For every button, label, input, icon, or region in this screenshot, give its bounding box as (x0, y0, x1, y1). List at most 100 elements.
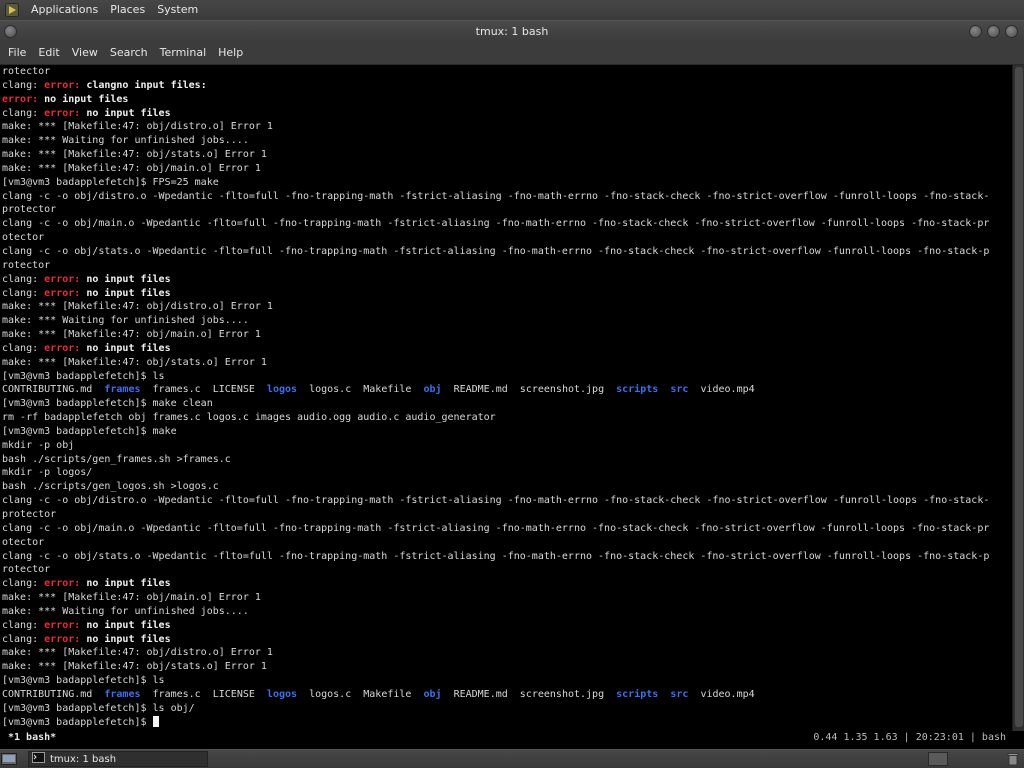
menu-view[interactable]: View (66, 41, 104, 65)
terminal-text: protector (2, 509, 57, 520)
terminal-line: error: no input files (2, 93, 1012, 107)
menu-search[interactable]: Search (104, 41, 154, 65)
terminal-line: make: *** [Makefile:47: obj/distro.o] Er… (2, 300, 1012, 314)
terminal-line: make: *** [Makefile:47: obj/distro.o] Er… (2, 120, 1012, 134)
places-menu[interactable]: Places (104, 0, 151, 20)
terminal-line: CONTRIBUTING.md frames frames.c LICENSE … (2, 688, 1012, 702)
terminal-line: rotector (2, 65, 1012, 79)
terminal-line: [vm3@vm3 badapplefetch]$ make clean (2, 397, 1012, 411)
minimize-button[interactable] (969, 25, 982, 38)
terminal-text: no input files (86, 273, 171, 285)
error-label: error: (44, 79, 87, 91)
terminal-text: [vm3@vm3 badapplefetch]$ FPS=25 make (2, 176, 219, 188)
workspace-switcher[interactable] (928, 752, 948, 766)
error-label: error: (44, 342, 87, 354)
directory-name: logos (266, 384, 298, 396)
menu-terminal[interactable]: Terminal (154, 41, 213, 65)
directory-name: frames (104, 384, 141, 396)
terminal-line: make: *** [Makefile:47: obj/main.o] Erro… (2, 162, 1012, 176)
directory-name: src (670, 384, 689, 396)
terminal-line: clang: error: no input files (2, 287, 1012, 301)
terminal-text: make: *** [Makefile:47: obj/stats.o] Err… (2, 661, 267, 673)
terminal-scrollbar[interactable] (1012, 65, 1024, 731)
terminal-icon (32, 752, 45, 766)
menu-edit[interactable]: Edit (32, 41, 65, 65)
terminal-line: [vm3@vm3 badapplefetch]$ make (2, 425, 1012, 439)
error-label: error: (44, 578, 87, 590)
trash-icon[interactable] (1006, 752, 1020, 766)
terminal-line: make: *** Waiting for unfinished jobs...… (2, 134, 1012, 148)
error-label: error: (2, 93, 45, 105)
directory-name: frames (104, 688, 141, 700)
terminal-text: logos.c Makefile (297, 688, 424, 700)
applications-logo-icon[interactable] (5, 3, 19, 17)
terminal-line: otector (2, 536, 1012, 550)
terminal-line: clang -c -o obj/main.o -Wpedantic -flto=… (2, 522, 1012, 536)
terminal-line: clang: error: no input files (2, 342, 1012, 356)
show-desktop-icon[interactable] (1, 752, 17, 766)
terminal-text: frames.c LICENSE (140, 384, 267, 396)
terminal-text: make: *** Waiting for unfinished jobs...… (2, 605, 249, 617)
terminal-line: clang: error: no input files (2, 619, 1012, 633)
terminal-line: make: *** [Makefile:47: obj/main.o] Erro… (2, 591, 1012, 605)
terminal-text: clang -c -o obj/distro.o -Wpedantic -flt… (2, 495, 990, 507)
tmux-status-right: 0.44 1.35 1.63 | 20:23:01 | bash (813, 732, 1006, 743)
terminal-line: make: *** Waiting for unfinished jobs...… (2, 605, 1012, 619)
window-titlebar[interactable]: tmux: 1 bash (0, 20, 1024, 41)
terminal-line: bash ./scripts/gen_logos.sh >logos.c (2, 480, 1012, 494)
top-panel: Applications Places System (0, 0, 1024, 20)
terminal-text: clang -c -o obj/main.o -Wpedantic -flto=… (2, 218, 990, 230)
terminal-output[interactable]: rotector clang: error: clangno input file… (0, 65, 1012, 731)
bottom-panel: tmux: 1 bash (0, 749, 1024, 768)
terminal-line: clang -c -o obj/stats.o -Wpedantic -flto… (2, 550, 1012, 564)
terminal-text: clang -c -o obj/stats.o -Wpedantic -flto… (2, 550, 990, 562)
tmux-status-bar: *1 bash* 0.44 1.35 1.63 | 20:23:01 | bas… (0, 731, 1024, 747)
maximize-button[interactable] (987, 25, 1000, 38)
terminal-text: no input files (86, 578, 171, 590)
terminal-line: make: *** [Makefile:47: obj/main.o] Erro… (2, 328, 1012, 342)
terminal-text: [vm3@vm3 badapplefetch]$ make (2, 425, 177, 437)
terminal-text: no input files (86, 633, 171, 645)
terminal-text: video.mp4 (688, 688, 755, 700)
terminal-line: [vm3@vm3 badapplefetch]$ ls obj/ (2, 702, 1012, 716)
terminal-text: video.mp4 (688, 384, 755, 396)
terminal-text: protector (2, 204, 57, 216)
terminal-line: clang: error: no input files (2, 577, 1012, 591)
close-button[interactable] (1005, 25, 1018, 38)
terminal-text: README.md screenshot.jpg (441, 688, 617, 700)
error-label: error: (44, 273, 87, 285)
terminal-text: [vm3@vm3 badapplefetch]$ make clean (2, 398, 213, 410)
terminal-line: rm -rf badapplefetch obj frames.c logos.… (2, 411, 1012, 425)
error-label: error: (44, 633, 87, 645)
terminal-text: otector (2, 536, 45, 548)
menu-file[interactable]: File (2, 41, 32, 65)
system-menu[interactable]: System (151, 0, 204, 20)
terminal-text: no input files (86, 619, 171, 631)
terminal-cursor (152, 715, 159, 727)
scrollbar-thumb[interactable] (1015, 67, 1023, 727)
terminal-text: CONTRIBUTING.md (2, 688, 105, 700)
terminal-line: make: *** [Makefile:47: obj/stats.o] Err… (2, 356, 1012, 370)
terminal-lines: rotector clang: error: clangno input file… (2, 65, 1012, 730)
terminal-text: frames.c LICENSE (140, 688, 267, 700)
terminal-line: clang -c -o obj/distro.o -Wpedantic -flt… (2, 190, 1012, 204)
taskbar-item-terminal[interactable]: tmux: 1 bash (28, 751, 208, 767)
error-label: error: (44, 619, 87, 631)
terminal-line: clang: error: clangno input files: (2, 79, 1012, 93)
terminal-text: make: *** Waiting for unfinished jobs...… (2, 315, 249, 327)
terminal-line: protector (2, 508, 1012, 522)
terminal-text: clang -c -o obj/main.o -Wpedantic -flto=… (2, 522, 990, 534)
applications-menu[interactable]: Applications (25, 0, 104, 20)
terminal-text: make: *** [Makefile:47: obj/stats.o] Err… (2, 149, 267, 161)
terminal-text: clang: (2, 633, 45, 645)
terminal-text: rotector (2, 66, 51, 77)
terminal-line: rotector (2, 563, 1012, 577)
terminal-text: otector (2, 232, 45, 244)
terminal-text: make: *** [Makefile:47: obj/distro.o] Er… (2, 301, 273, 313)
terminal-line: bash ./scripts/gen_frames.sh >frames.c (2, 453, 1012, 467)
terminal-text: CONTRIBUTING.md (2, 384, 105, 396)
menu-help[interactable]: Help (212, 41, 249, 65)
directory-name: scripts (616, 384, 659, 396)
